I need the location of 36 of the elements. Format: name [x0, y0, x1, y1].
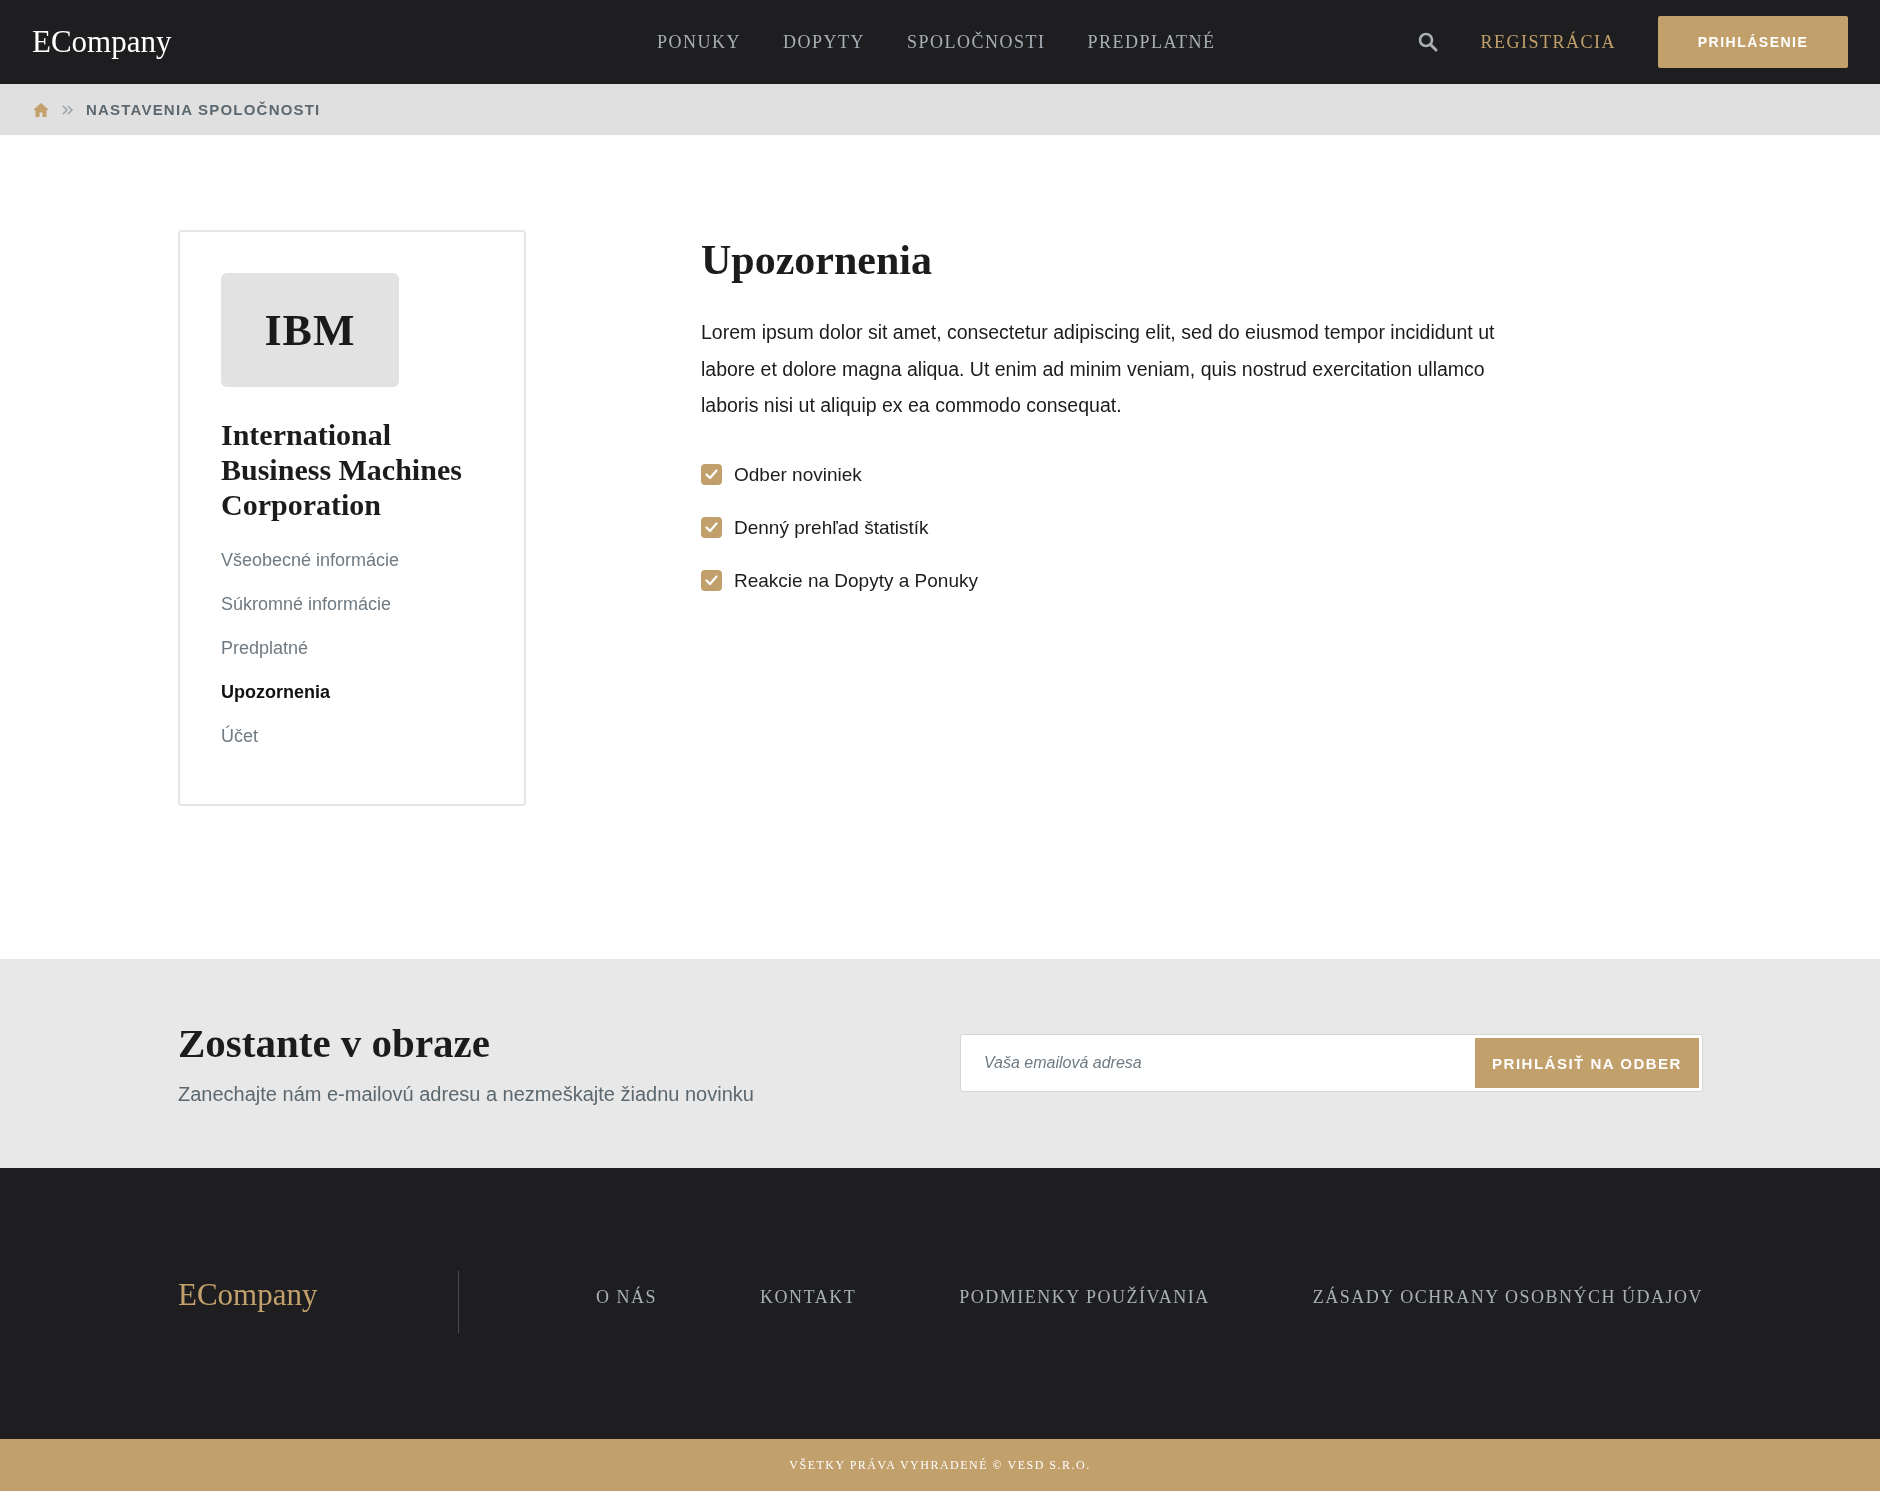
nav-link[interactable]: SPOLOČNOSTI — [907, 31, 1046, 53]
settings-menu-item[interactable]: Účet — [221, 726, 524, 747]
copyright-text: VŠETKY PRÁVA VYHRADENÉ © VESD S.R.O. — [789, 1457, 1091, 1473]
settings-menu-item[interactable]: Upozornenia — [221, 682, 524, 703]
footer-link[interactable]: ZÁSADY OCHRANY OSOBNÝCH ÚDAJOV — [1312, 1287, 1703, 1308]
footer-link[interactable]: O NÁS — [596, 1287, 657, 1308]
footer-link[interactable]: KONTAKT — [760, 1287, 857, 1308]
nav-link[interactable]: PREDPLATNÉ — [1087, 31, 1216, 53]
settings-menu-item[interactable]: Predplatné — [221, 638, 524, 659]
footer-logo[interactable]: ECompany — [178, 1271, 458, 1313]
nav-link[interactable]: DOPYTY — [783, 31, 866, 53]
settings-menu-item[interactable]: Všeobecné informácie — [221, 550, 524, 571]
check-icon — [705, 522, 718, 533]
section-description: Lorem ipsum dolor sit amet, consectetur adipiscing elit, sed do eiusmod tempor incididunt ut labore et dolore magna aliqua. Ut enim ad minim veniam, quis nostrud exercitation ullamco laboris nisi ut aliquip ex ea commodo consequat. — [701, 320, 1496, 418]
checkbox-label[interactable]: Denný prehľad štatistík — [734, 516, 929, 539]
checkbox[interactable] — [701, 464, 722, 485]
newsletter-subtitle: Zanechajte nám e-mailovú adresu a nezmeškajte žiadnu novinku — [178, 1083, 754, 1106]
site-logo[interactable]: ECompany — [32, 24, 657, 60]
home-icon[interactable] — [32, 101, 50, 118]
nav-link[interactable]: PONUKY — [657, 31, 741, 53]
company-logo: IBM — [221, 273, 399, 387]
check-icon — [705, 575, 718, 586]
double-chevron-icon — [62, 104, 74, 115]
checkbox[interactable] — [701, 570, 722, 591]
newsletter-title: Zostante v obraze — [178, 1019, 491, 1067]
search-icon[interactable] — [1418, 32, 1439, 52]
checkbox[interactable] — [701, 517, 722, 538]
company-name: International Business Machines Corporation — [221, 417, 463, 522]
check-icon — [705, 469, 718, 480]
breadcrumb-item: NASTAVENIA SPOLOČNOSTI — [86, 101, 321, 118]
settings-menu-item[interactable]: Súkromné informácie — [221, 594, 524, 615]
section-title: Upozornenia — [701, 236, 933, 284]
checkbox-label[interactable]: Odber noviniek — [734, 463, 862, 486]
checkbox-label[interactable]: Reakcie na Dopyty a Ponuky — [734, 569, 978, 592]
register-link[interactable]: REGISTRÁCIA — [1480, 31, 1616, 53]
footer-link[interactable]: PODMIENKY POUŽÍVANIA — [959, 1287, 1210, 1308]
